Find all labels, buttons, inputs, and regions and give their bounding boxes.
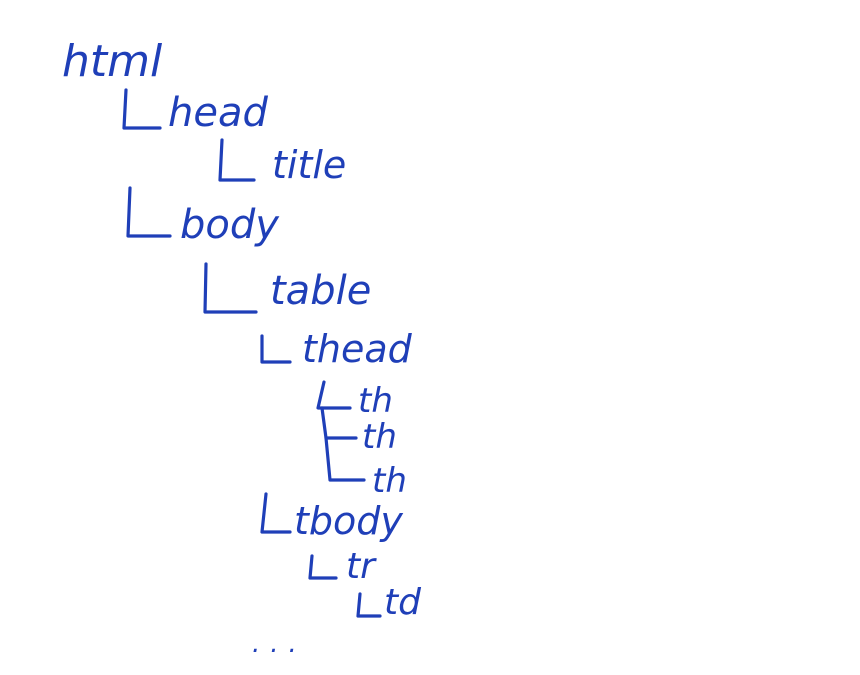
node-th-1: th xyxy=(358,381,393,421)
connector-table xyxy=(203,262,258,314)
connector-th-2 xyxy=(320,406,358,440)
connector-title xyxy=(218,138,256,182)
node-table: table xyxy=(270,268,371,314)
dom-tree-sketch: html head title body table thead th th t… xyxy=(62,36,422,659)
connector-head xyxy=(122,88,162,130)
connector-body xyxy=(126,186,172,238)
connector-thead xyxy=(260,334,292,364)
node-th-3: th xyxy=(372,461,407,501)
node-html: html xyxy=(62,36,163,87)
dom-tree-diagram: html head title body table thead th th t… xyxy=(0,0,860,675)
connector-td xyxy=(356,592,382,618)
connector-tbody xyxy=(260,492,292,534)
node-tbody: tbody xyxy=(294,499,403,543)
connector-th-3 xyxy=(324,436,366,482)
node-body: body xyxy=(180,202,280,248)
node-tr: tr xyxy=(346,546,377,587)
node-thead: thead xyxy=(302,327,413,371)
node-td: td xyxy=(384,582,422,623)
ellipsis-more: ... xyxy=(252,629,307,659)
node-th-2: th xyxy=(362,417,397,457)
connector-th-1 xyxy=(316,380,352,410)
connector-tr xyxy=(308,554,338,580)
node-head: head xyxy=(168,90,268,136)
node-title: title xyxy=(272,143,346,187)
